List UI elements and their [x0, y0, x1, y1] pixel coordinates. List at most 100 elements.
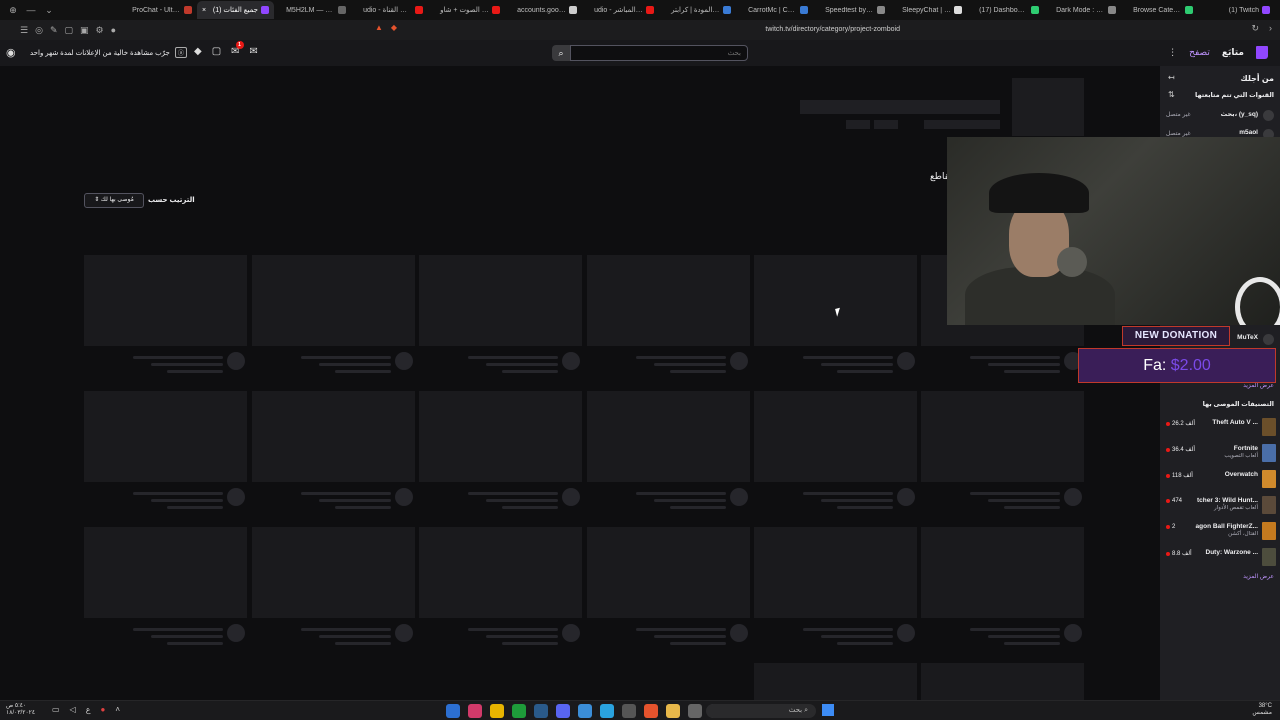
stream-card-skeleton[interactable] [587, 391, 750, 482]
sidebar-toggle-icon[interactable]: ☰ [20, 25, 28, 36]
start-button-icon[interactable] [822, 704, 834, 716]
stream-card-skeleton[interactable] [419, 527, 582, 618]
stream-card-skeleton[interactable] [754, 255, 917, 346]
network-icon[interactable]: ▭ [52, 705, 60, 714]
browser-tab[interactable]: ×Browse Categories [1121, 1, 1198, 19]
reload-icon[interactable]: ↻ [1251, 23, 1259, 34]
browser-tab[interactable]: ×SleepyChat | Multi [890, 1, 967, 19]
show-more-link[interactable]: عرض المزيد [1243, 573, 1274, 580]
browser-tab[interactable]: ×CarrotMc | Console [736, 1, 813, 19]
clock[interactable]: ٥:٤٠ ص ١٨/٠٣/٢٠٢٤ [6, 703, 35, 717]
notifications-icon[interactable]: ✉ 1 [231, 41, 244, 57]
browser-tab[interactable]: ×(17) Dashboard / S [967, 1, 1044, 19]
more-menu-icon[interactable]: ⋮ [1168, 47, 1177, 58]
turbo-promo[interactable]: جرّب مشاهدة خالية من الإعلانات لمدة شهر … [30, 47, 187, 58]
browser-tab[interactable]: ×(1) Twitch [1198, 1, 1275, 19]
weather-widget[interactable]: 38°C مشمس [1252, 703, 1272, 717]
browser-tab[interactable]: ×Dark Mode : MyBro [1044, 1, 1121, 19]
search-input[interactable] [570, 45, 748, 61]
bookmark-icon[interactable]: ● [111, 25, 116, 36]
app-icon[interactable] [468, 704, 482, 718]
tab-tile-icon[interactable]: ▣ [80, 25, 89, 36]
whispers-icon[interactable]: ▢ [212, 46, 221, 57]
tray-chevron-icon[interactable]: ˄ [115, 705, 120, 714]
recommended-category[interactable]: 118 ألف Overwatch [1160, 470, 1280, 492]
show-more-link[interactable]: عرض المزيد [1243, 382, 1274, 389]
twitch-logo-icon[interactable] [1256, 46, 1268, 59]
stream-card-skeleton[interactable] [84, 255, 247, 346]
category-tag-skeleton [846, 120, 870, 129]
split-view-icon[interactable]: ▢ [64, 25, 73, 36]
category-boxart [1262, 444, 1276, 462]
volume-icon[interactable]: ◁ [70, 705, 76, 714]
extensions-icon[interactable]: ✎ [50, 25, 58, 36]
stream-card-skeleton[interactable] [587, 255, 750, 346]
stream-card-skeleton[interactable] [921, 527, 1084, 618]
collapse-sidebar-icon[interactable]: ↤ [1168, 73, 1175, 82]
app-icon[interactable] [490, 704, 504, 718]
stream-card-skeleton[interactable] [587, 527, 750, 618]
telegram-icon[interactable] [600, 704, 614, 718]
brave-rewards-icon[interactable]: ▲ [375, 23, 383, 32]
stream-card-skeleton[interactable] [754, 527, 917, 618]
inbox-icon[interactable]: ✉ [250, 46, 258, 57]
wallet-icon[interactable]: ◎ [35, 25, 43, 36]
stream-card-skeleton[interactable] [84, 391, 247, 482]
recommended-category[interactable]: 8.8 ألف Duty: Warzone ... [1160, 548, 1280, 570]
task-view-icon[interactable] [688, 704, 702, 718]
file-explorer-icon[interactable] [666, 704, 680, 718]
nav-browse-link[interactable]: تصفح [1189, 47, 1210, 58]
chrome-icon[interactable] [578, 704, 592, 718]
recommended-category[interactable]: 36.4 ألف Fortnite ألعاب التصويب [1160, 444, 1280, 466]
text-skeleton [988, 635, 1060, 638]
brave-icon[interactable] [644, 704, 658, 718]
tab-list-chevron-icon[interactable]: ⌄ [42, 3, 56, 17]
stream-card-skeleton[interactable] [252, 391, 415, 482]
account-menu-icon[interactable]: ◉ [6, 46, 18, 59]
browser-tab[interactable]: × (1) جميع الفئات [197, 1, 274, 19]
stream-card-skeleton[interactable] [84, 527, 247, 618]
microphone-icon[interactable]: ● [101, 705, 106, 714]
browser-tab[interactable]: ×udio - البث المباشر [582, 1, 659, 19]
recommended-category[interactable]: 2 agon Ball FighterZ... القتال، أكشن [1160, 522, 1280, 544]
browser-tab[interactable]: ×udio - محتوى القناة [351, 1, 428, 19]
xbox-icon[interactable] [512, 704, 526, 718]
browser-tab[interactable]: ×تزالس الصوت + شاو [428, 1, 505, 19]
settings-icon[interactable]: ⚙ [96, 25, 104, 36]
prime-crown-icon[interactable]: ◆ [194, 46, 202, 57]
recommended-category[interactable]: 474 tcher 3: Wild Hunt... ألعاب تقمص الأدو… [1160, 496, 1280, 518]
browser-tab[interactable]: ×الرابط المودة | كرابتر [659, 1, 736, 19]
stream-card-skeleton[interactable] [252, 527, 415, 618]
window-controls: ⊕ — ⌄ [0, 3, 120, 17]
browser-menu-icon[interactable]: ⊕ [6, 3, 20, 17]
stream-card-skeleton[interactable] [419, 255, 582, 346]
tab-favicon-icon [261, 6, 269, 14]
url-field[interactable]: twitch.tv/directory/category/project-zom… [640, 23, 900, 37]
browser-tab[interactable]: ×accounts.google.co [505, 1, 582, 19]
app-icon[interactable] [446, 704, 460, 718]
forward-icon[interactable]: › [1269, 23, 1272, 34]
search-icon[interactable]: ⌕ [552, 45, 570, 61]
recommended-category[interactable]: 26.2 ألف Theft Auto V ... [1160, 418, 1280, 440]
browser-tab[interactable]: ×Speedtest by Ookla [813, 1, 890, 19]
stream-card-skeleton[interactable] [921, 391, 1084, 482]
stream-card-skeleton[interactable] [754, 391, 917, 482]
nav-following-link[interactable]: متابَع [1222, 47, 1244, 58]
sort-arrows-icon[interactable]: ⇅ [1168, 90, 1175, 99]
brave-shields-icon[interactable]: ◆ [391, 23, 397, 32]
browser-tab[interactable]: ×M5H2LM — تف بث [274, 1, 351, 19]
sort-dropdown[interactable]: ⇕ مُوصى بها لك [84, 193, 144, 208]
language-icon[interactable]: ع [86, 705, 91, 714]
browser-tab[interactable]: ×ProChat - Ultimate [120, 1, 197, 19]
tab-label: (1) Twitch [1228, 6, 1259, 14]
stream-card-skeleton[interactable] [754, 663, 917, 700]
steam-icon[interactable] [534, 704, 548, 718]
stream-card-skeleton[interactable] [419, 391, 582, 482]
stream-card-skeleton[interactable] [921, 663, 1084, 700]
discord-icon[interactable] [556, 704, 570, 718]
taskbar-search[interactable]: بحث ⌕ [706, 704, 816, 718]
settings-app-icon[interactable] [622, 704, 636, 718]
followed-channel[interactable]: غير متصل بحث، (y_sq) [1160, 110, 1280, 128]
stream-card-skeleton[interactable] [252, 255, 415, 346]
minimize-icon[interactable]: — [24, 3, 38, 17]
